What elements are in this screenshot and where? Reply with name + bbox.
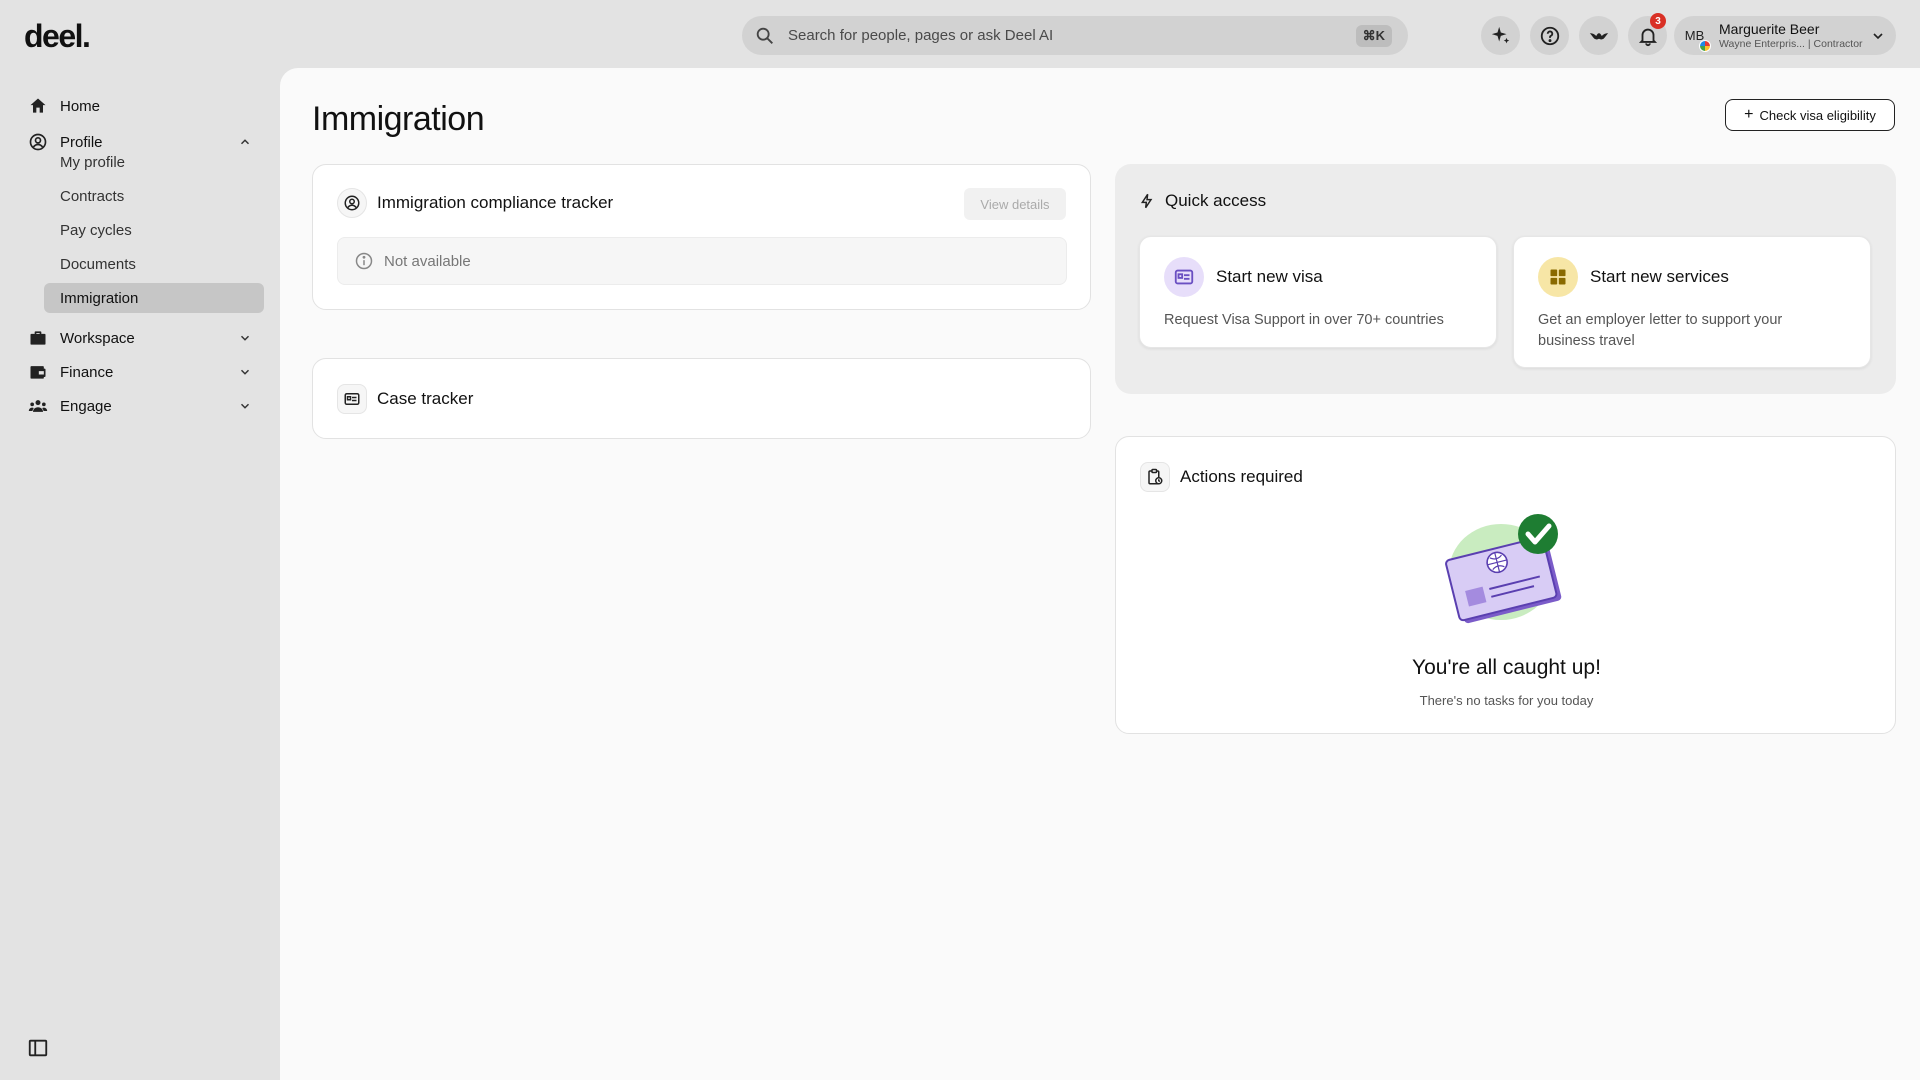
clipboard-clock-icon <box>1140 462 1170 492</box>
plus-icon: + <box>1744 106 1754 123</box>
wallet-icon <box>30 366 46 379</box>
search-shortcut-hint: ⌘K <box>1355 24 1392 47</box>
lightning-icon <box>1140 193 1153 209</box>
sidebar-item-home[interactable]: Home <box>28 89 252 123</box>
sparkle-icon <box>1491 26 1509 43</box>
quick-access-panel: Quick access Start new visa Request Visa… <box>1115 164 1896 394</box>
user-circle-icon <box>337 188 367 218</box>
sidebar-item-workspace[interactable]: Workspace <box>28 321 252 355</box>
grid-icon <box>1538 257 1578 297</box>
chevron-down-icon <box>240 403 250 409</box>
compliance-tracker-title: Immigration compliance tracker <box>377 193 614 212</box>
actions-required-card: Actions required You're all caught up! T… <box>1115 436 1896 734</box>
start-new-services-desc: Get an employer letter to support your b… <box>1538 312 1783 350</box>
check-visa-eligibility-label: Check visa eligibility <box>1759 107 1876 123</box>
passport-illustration <box>1445 514 1562 624</box>
help-circle-icon <box>1540 26 1559 45</box>
briefcase-icon <box>30 331 46 345</box>
compliance-status-text: Not available <box>384 252 471 270</box>
search-icon <box>756 27 773 44</box>
sidebar-subitem-contracts[interactable]: Contracts <box>44 181 264 211</box>
page-title: Immigration <box>312 100 485 138</box>
sidebar-subitem-my-profile[interactable]: My profile <box>44 147 264 177</box>
perks-button[interactable] <box>1579 16 1618 55</box>
start-new-visa-title: Start new visa <box>1216 267 1323 286</box>
visa-document-icon <box>1164 257 1204 297</box>
help-button[interactable] <box>1530 16 1569 55</box>
main-content: Immigration + Check visa eligibility Imm… <box>280 68 1920 1080</box>
empty-state-subtitle: There's no tasks for you today <box>1419 693 1594 708</box>
check-visa-eligibility-button[interactable]: + Check visa eligibility <box>1725 99 1895 131</box>
user-name: Marguerite Beer <box>1719 21 1820 38</box>
start-new-visa-desc: Request Visa Support in over 70+ countri… <box>1164 312 1444 328</box>
quick-access-title: Quick access <box>1165 191 1267 210</box>
deel-logo[interactable]: deel. <box>24 18 91 55</box>
start-new-visa-card[interactable]: Start new visa Request Visa Support in o… <box>1139 236 1497 348</box>
user-menu[interactable]: MB Marguerite Beer Wayne Enterpris... | … <box>1674 16 1896 55</box>
home-icon <box>30 98 46 113</box>
sidebar-subitem-pay-cycles[interactable]: Pay cycles <box>44 215 264 245</box>
sidebar-item-label: Engage <box>60 397 112 415</box>
notifications-button[interactable]: 3 <box>1628 13 1667 55</box>
case-tracker-title: Case tracker <box>377 389 474 408</box>
chevron-down-icon <box>240 369 250 375</box>
avatar: MB <box>1678 19 1711 52</box>
compliance-tracker-card: Immigration compliance tracker View deta… <box>312 164 1091 310</box>
id-card-icon <box>337 384 367 414</box>
bird-icon <box>1589 32 1608 39</box>
user-subtitle: Wayne Enterpris... | Contractor <box>1719 37 1863 50</box>
notification-count-badge: 3 <box>1650 13 1666 29</box>
chevron-down-icon <box>240 335 250 341</box>
sidebar-collapse-icon[interactable] <box>27 1037 49 1059</box>
info-icon <box>355 252 373 270</box>
people-icon <box>28 400 48 412</box>
start-new-services-title: Start new services <box>1590 267 1729 286</box>
sidebar-item-finance[interactable]: Finance <box>28 355 252 389</box>
case-tracker-card[interactable]: Case tracker <box>312 358 1091 439</box>
sidebar-item-label: Finance <box>60 363 114 381</box>
sidebar-item-label: Home <box>60 97 101 115</box>
global-search-bar[interactable]: ⌘K <box>742 16 1408 55</box>
start-new-services-card[interactable]: Start new services Get an employer lette… <box>1513 236 1871 368</box>
sidebar-item-label: Workspace <box>60 329 135 347</box>
sidebar-subitem-immigration[interactable]: Immigration <box>44 283 264 313</box>
not-available-notice: Not available <box>337 237 1067 285</box>
sidebar: Home Profile My profile Contracts Pay cy… <box>0 70 280 1080</box>
actions-required-title: Actions required <box>1180 467 1303 486</box>
empty-state-title: You're all caught up! <box>1412 656 1601 679</box>
ai-sparkle-button[interactable] <box>1481 16 1520 55</box>
chevron-down-icon <box>1873 32 1883 39</box>
sidebar-item-engage[interactable]: Engage <box>28 389 252 423</box>
company-logo-icon <box>1699 40 1711 52</box>
view-details-button[interactable]: View details <box>964 188 1066 220</box>
sidebar-subitem-documents[interactable]: Documents <box>44 249 264 279</box>
search-input[interactable] <box>788 27 1356 44</box>
